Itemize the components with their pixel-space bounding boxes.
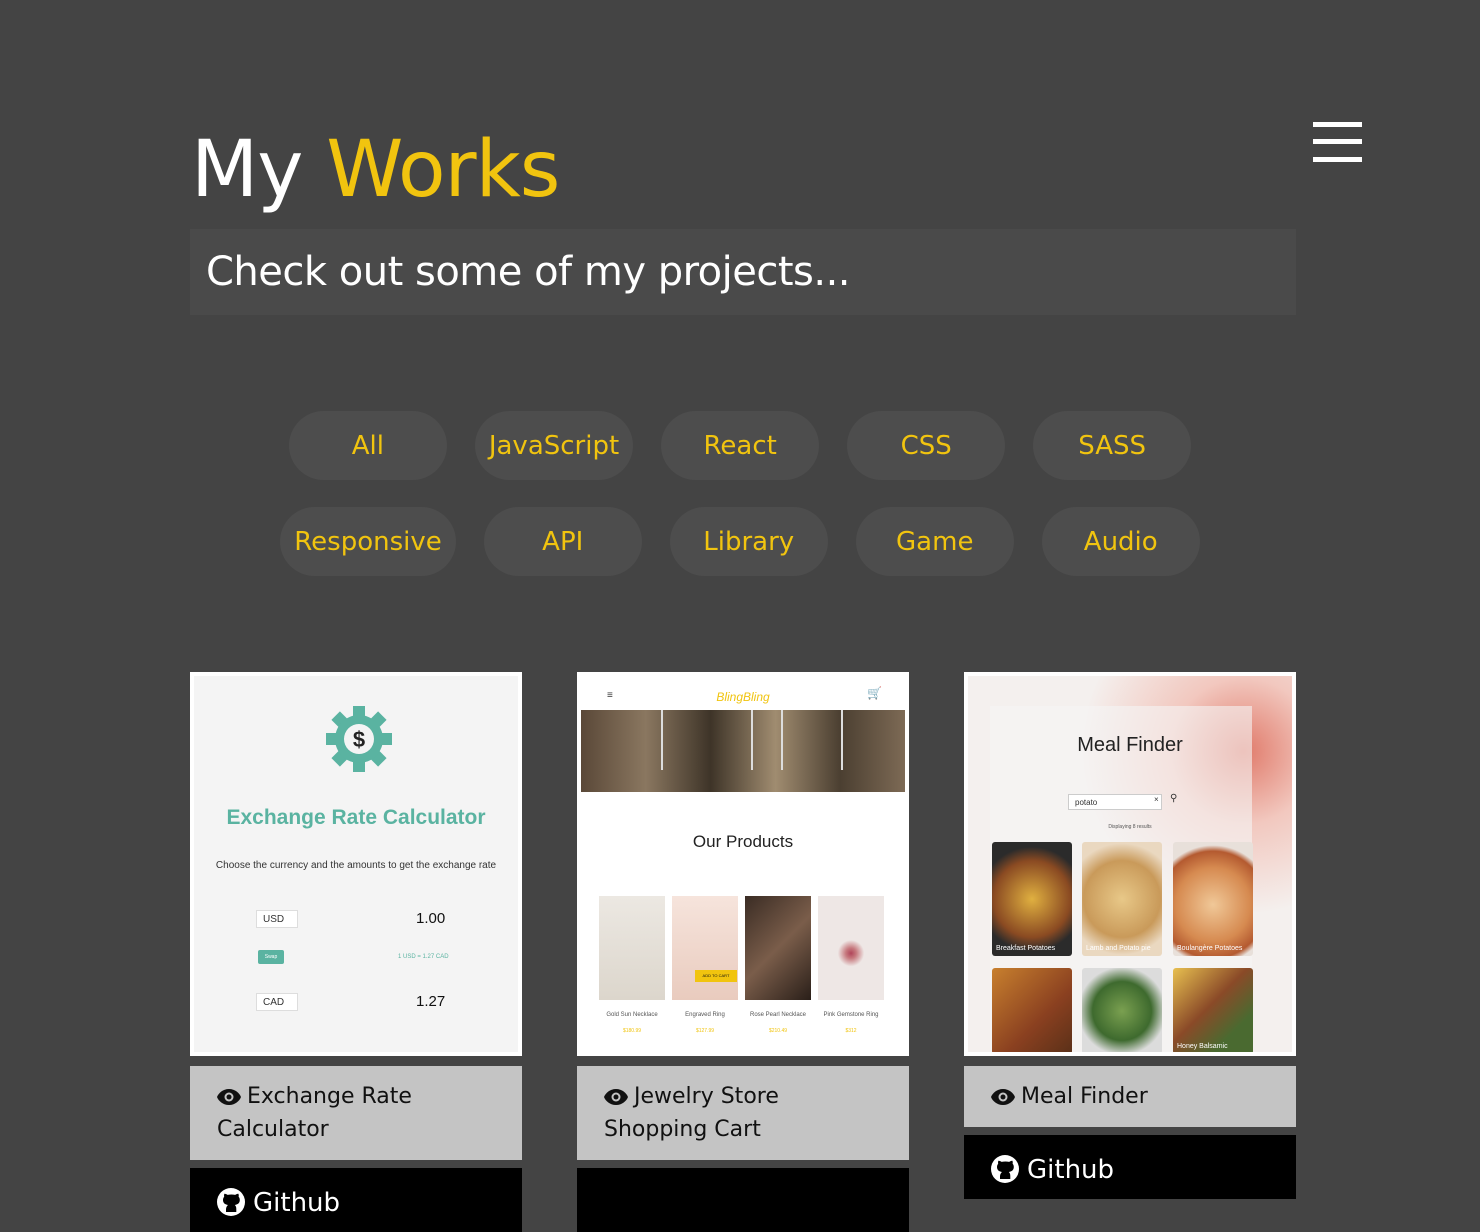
search-icon: ⚲ [1170,793,1178,804]
filter-all-button[interactable]: All [288,411,447,480]
github-link[interactable]: Github [190,1168,522,1232]
meal-name: Honey Balsamic [1177,1043,1228,1050]
github-link[interactable] [577,1168,909,1232]
title-part-my: My [191,125,303,215]
menu-bar [1313,157,1362,162]
project-title: Meal Finder [1021,1084,1148,1109]
project-thumbnail[interactable]: Meal Finder potato × ⚲ Displaying 8 resu… [964,672,1296,1056]
svg-text:$: $ [353,727,365,752]
product-image: ADD TO CART [672,896,738,1000]
filter-css-button[interactable]: CSS [847,411,1006,480]
product-name: Pink Gemstone Ring [823,1012,879,1018]
filter-audio-button[interactable]: Audio [1041,507,1200,576]
product-price: $180.99 [622,1028,642,1034]
github-icon [991,1155,1019,1183]
page-subtitle: Check out some of my projects... [190,229,1296,315]
clear-icon: × [1154,795,1159,804]
meal-card [992,968,1072,1052]
product-price: $127.99 [695,1028,715,1034]
filter-sass-button[interactable]: SASS [1033,411,1192,480]
meal-finder-heading: Meal Finder [1077,734,1183,756]
filter-row: Responsive API Library Game Audio [0,507,1480,576]
title-part-works: Works [326,125,560,215]
github-icon [217,1188,245,1216]
view-project-link[interactable]: Exchange Rate Calculator [190,1066,522,1160]
page-title: My Works [191,124,560,218]
product-image [818,896,884,1000]
amount-one: 1.00 [416,910,446,927]
view-project-link[interactable]: Jewelry Store Shopping Cart [577,1066,909,1160]
filter-api-button[interactable]: API [483,507,642,576]
eye-icon [217,1089,241,1105]
project-card: ≡ BlingBling 🛒 Our Products ADD TO CART … [577,672,909,1232]
jewelry-store-preview: ≡ BlingBling 🛒 Our Products ADD TO CART … [581,676,905,1052]
banner-image [581,710,905,792]
view-project-link[interactable]: Meal Finder [964,1066,1296,1127]
eye-icon [604,1089,628,1105]
github-label: Github [1027,1155,1115,1185]
product-image [599,896,665,1000]
currency-one-select: USD [256,910,298,928]
exchange-rate-preview: $ Exchange Rate Calculator Choose the cu… [194,676,518,1052]
meal-name: Breakfast Potatoes [996,945,1056,952]
product-name: Gold Sun Necklace [606,1012,658,1018]
cart-icon: 🛒 [867,686,882,700]
filter-responsive-button[interactable]: Responsive [280,507,456,576]
meal-search-input: potato [1068,794,1162,810]
dollar-gear-icon: $ [326,706,392,772]
rate-text: 1 USD = 1.27 CAD [398,954,449,960]
github-link[interactable]: Github [964,1135,1296,1199]
project-title: Exchange Rate Calculator [217,1084,412,1142]
meal-card: Honey Balsamic [1173,968,1253,1052]
swap-button: Swap [258,950,284,964]
filter-game-button[interactable]: Game [855,507,1014,576]
products-heading: Our Products [692,832,794,851]
meal-name: Boulangère Potatoes [1177,945,1243,952]
product-price: $312 [845,1028,857,1034]
exchange-heading: Exchange Rate Calculator [226,806,486,829]
menu-bar [1313,139,1362,144]
project-title: Jewelry Store Shopping Cart [604,1084,779,1142]
currency-two-select: CAD [256,993,298,1011]
meal-card: Lamb and Potato pie [1082,842,1162,956]
brand-logo: BlingBling [716,690,770,704]
filter-library-button[interactable]: Library [669,507,828,576]
add-to-cart-button: ADD TO CART [695,970,737,982]
project-thumbnail[interactable]: ≡ BlingBling 🛒 Our Products ADD TO CART … [577,672,909,1056]
product-name: Rose Pearl Necklace [749,1012,807,1018]
filter-react-button[interactable]: React [661,411,820,480]
menu-bar [1313,122,1362,127]
project-thumbnail[interactable]: $ Exchange Rate Calculator Choose the cu… [190,672,522,1056]
project-card: Meal Finder potato × ⚲ Displaying 8 resu… [964,672,1296,1199]
product-image [745,896,811,1000]
meal-card: Boulangère Potatoes [1173,842,1253,956]
amount-two: 1.27 [416,993,446,1010]
product-price: $210.49 [768,1028,788,1034]
github-label: Github [253,1188,341,1218]
results-label: Displaying 8 results [1108,824,1152,830]
meal-card [1082,968,1162,1052]
project-card: $ Exchange Rate Calculator Choose the cu… [190,672,522,1232]
product-name: Engraved Ring [685,1012,725,1018]
meal-finder-preview: Meal Finder potato × ⚲ Displaying 8 resu… [968,676,1292,1052]
eye-icon [991,1089,1015,1105]
filter-javascript-button[interactable]: JavaScript [474,411,634,480]
exchange-description: Choose the currency and the amounts to g… [215,860,497,871]
filter-row: All JavaScript React CSS SASS [0,411,1480,480]
meal-name: Lamb and Potato pie [1086,945,1151,952]
meal-card: Breakfast Potatoes [992,842,1072,956]
hamburger-menu-icon[interactable] [1313,122,1362,164]
